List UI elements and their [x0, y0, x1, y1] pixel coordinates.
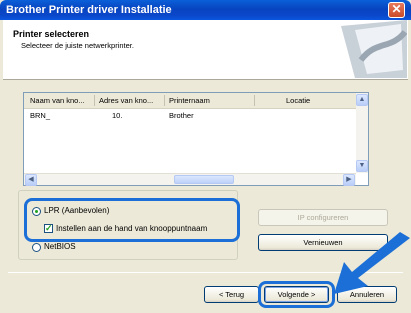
cell-address: 10. [112, 111, 123, 120]
scroll-left-icon[interactable]: ◀ [25, 174, 37, 186]
page-subtitle: Selecteer de juiste netwerkprinter. [21, 41, 134, 50]
horizontal-scrollbar[interactable]: ◀ ▶ [24, 173, 356, 186]
column-divider[interactable] [254, 95, 255, 106]
header-graphic-icon [341, 20, 407, 78]
netbios-radio[interactable] [32, 243, 41, 252]
scroll-thumb[interactable] [174, 175, 234, 184]
column-divider[interactable] [94, 95, 95, 106]
column-header-location[interactable]: Locatie [286, 96, 310, 105]
column-divider[interactable] [164, 95, 165, 106]
window-title: Brother Printer driver Installatie [6, 4, 172, 16]
highlight-box-next [258, 281, 335, 308]
wizard-header: Printer selecteren Selecteer de juiste n… [3, 20, 408, 80]
scroll-down-icon[interactable]: ▼ [356, 160, 368, 172]
column-header-address[interactable]: Adres van kno... [99, 96, 153, 105]
column-header-name[interactable]: Naam van kno... [30, 96, 85, 105]
cell-printer: Brother [169, 111, 194, 120]
close-icon[interactable]: ✕ [388, 2, 405, 18]
vertical-scrollbar[interactable]: ▲ ▼ [356, 93, 368, 173]
title-bar: Brother Printer driver Installatie ✕ [0, 0, 411, 20]
ip-config-button[interactable]: IP configureren [258, 209, 388, 226]
scroll-up-icon[interactable]: ▲ [356, 94, 368, 106]
list-header: Naam van kno... Adres van kno... Printer… [24, 93, 356, 109]
cell-name: BRN_ [30, 111, 51, 120]
netbios-label: NetBIOS [44, 242, 76, 251]
page-title: Printer selecteren [13, 29, 90, 39]
back-button[interactable]: < Terug [204, 286, 259, 303]
installer-window: Brother Printer driver Installatie ✕ Pri… [0, 0, 411, 313]
scroll-right-icon[interactable]: ▶ [343, 174, 355, 186]
table-row[interactable]: BRN_ 10. Brother [24, 110, 356, 123]
column-header-printer[interactable]: Printernaam [169, 96, 210, 105]
pointer-arrow-icon [334, 232, 410, 294]
highlight-box-options [24, 198, 240, 242]
printer-list[interactable]: Naam van kno... Adres van kno... Printer… [23, 92, 369, 186]
